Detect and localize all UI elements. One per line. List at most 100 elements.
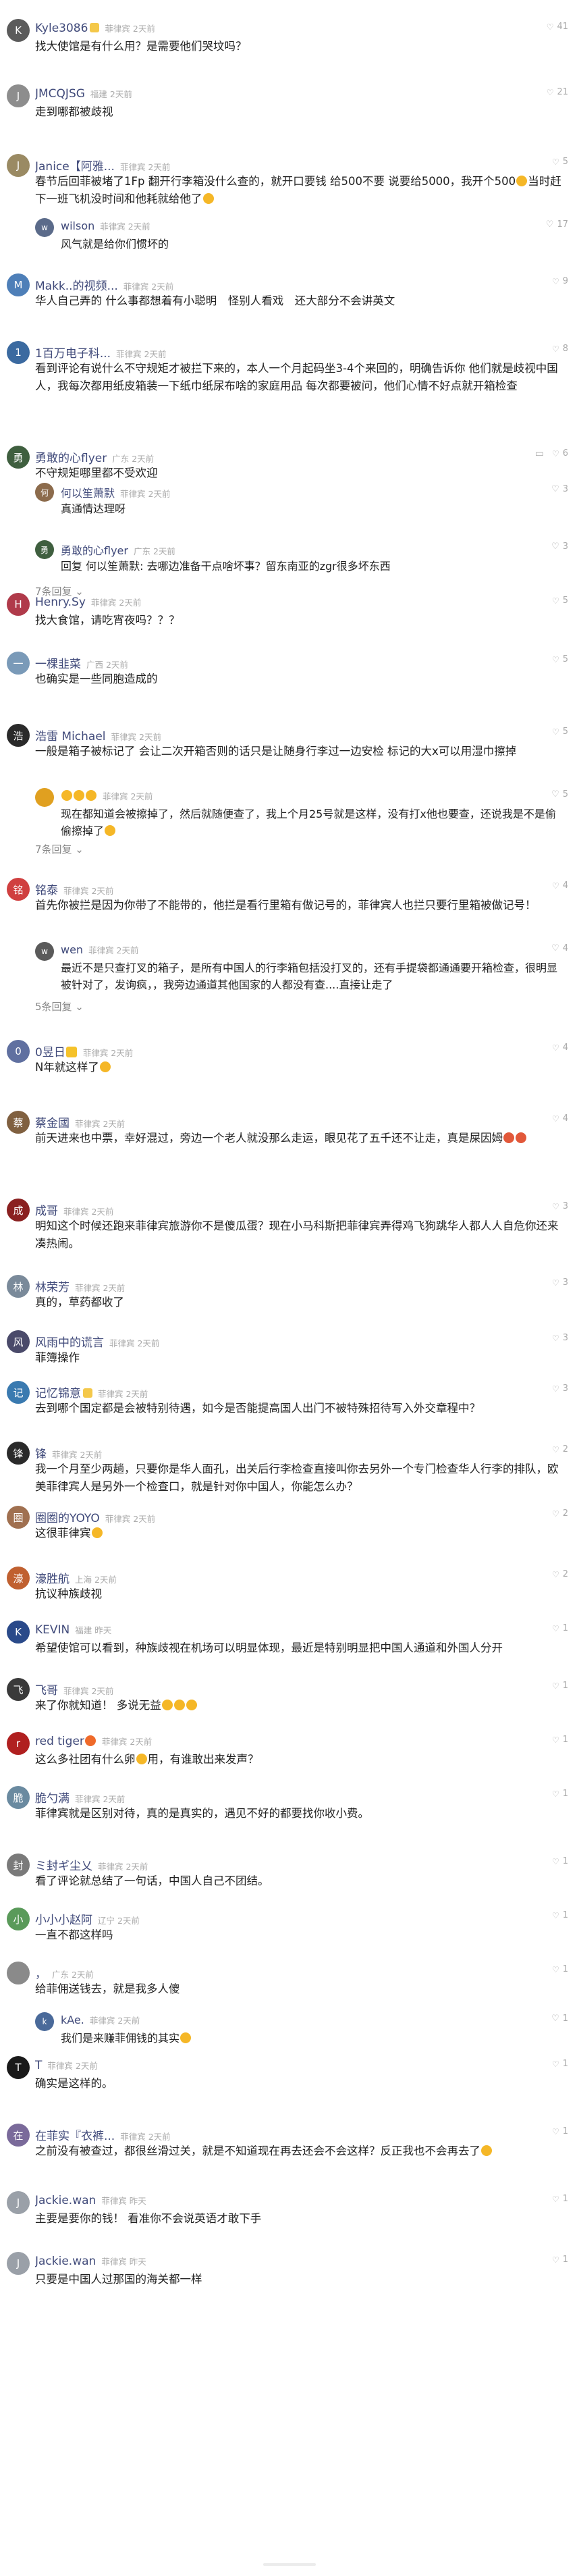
username[interactable]: 成哥 (35, 1205, 58, 1218)
like-button[interactable]: ♡ 1 (552, 1964, 568, 1974)
username[interactable]: 圈圈的YOYO (35, 1512, 100, 1525)
like-button[interactable]: ♡ 1 (552, 1910, 568, 1920)
avatar[interactable]: 林 (7, 1275, 30, 1298)
username[interactable]: 风雨中的谎言 (35, 1336, 104, 1350)
avatar[interactable]: 勇 (35, 540, 54, 559)
like-button[interactable]: ♡ 1 (552, 1623, 568, 1633)
avatar[interactable]: T (7, 2056, 30, 2079)
avatar[interactable]: 勇 (7, 446, 30, 469)
username[interactable]: 濠胜航 (35, 1573, 70, 1586)
avatar[interactable]: 小 (7, 1908, 30, 1930)
username[interactable]: ミ封ギ尘乂 (35, 1860, 92, 1873)
like-button[interactable]: ♡ 2 (552, 1508, 568, 1519)
username[interactable]: Janice【阿雅... (35, 160, 115, 174)
username[interactable]: 勇敢的心flyer (35, 452, 107, 465)
avatar[interactable]: K (7, 1621, 30, 1644)
avatar[interactable]: 成 (7, 1199, 30, 1221)
avatar[interactable]: k (35, 2012, 54, 2031)
username[interactable]: T (35, 2059, 42, 2072)
like-button[interactable]: ♡ 6 (552, 448, 568, 458)
avatar[interactable]: 风 (7, 1330, 30, 1353)
avatar[interactable]: 飞 (7, 1678, 30, 1701)
like-button[interactable]: ♡ 41 (547, 22, 568, 32)
username[interactable]: 1百万电子科... (35, 347, 111, 361)
avatar[interactable]: r (7, 1732, 30, 1755)
username[interactable]: red tiger (35, 1735, 96, 1748)
avatar[interactable]: 记 (7, 1381, 30, 1404)
username[interactable]: KEVIN (35, 1623, 70, 1637)
like-button[interactable]: ♡ 1 (552, 2126, 568, 2136)
like-button[interactable]: ♡ 4 (552, 1043, 568, 1053)
like-button[interactable]: ♡ 1 (551, 2014, 568, 2024)
like-button[interactable]: ♡ 21 (547, 87, 568, 97)
username[interactable]: 飞哥 (35, 1684, 58, 1698)
avatar[interactable]: J (7, 154, 30, 177)
like-button[interactable]: ♡ 3 (552, 1384, 568, 1394)
username[interactable]: JMCQJSG (35, 87, 85, 101)
avatar[interactable]: H (7, 593, 30, 616)
like-button[interactable]: ♡ 2 (552, 1444, 568, 1454)
avatar[interactable]: 封 (7, 1854, 30, 1876)
like-button[interactable]: ♡ 2 (552, 1569, 568, 1579)
more-replies-link[interactable]: 7条回复 ⌄ (35, 842, 84, 856)
username[interactable]: 勇敢的心flyer (61, 544, 128, 557)
username[interactable]: 蔡金國 (35, 1117, 70, 1130)
username[interactable]: Jackie.wan (35, 2255, 96, 2268)
like-button[interactable]: ♡ 1 (552, 1789, 568, 1799)
like-button[interactable]: ♡ 5 (551, 789, 568, 799)
avatar[interactable]: 圈 (7, 1506, 30, 1529)
username[interactable]: 记忆锦意 (35, 1387, 81, 1400)
like-button[interactable]: ♡ 1 (552, 2059, 568, 2069)
avatar[interactable]: 脆 (7, 1786, 30, 1809)
like-button[interactable]: ♡ 5 (552, 157, 568, 167)
username[interactable]: 锋 (35, 1448, 47, 1461)
username[interactable]: wilson (61, 219, 94, 232)
comment-icon[interactable]: ▭ (535, 448, 544, 459)
avatar[interactable] (7, 1962, 30, 1984)
username[interactable]: 小小小赵阿 (35, 1914, 92, 1927)
avatar[interactable]: 1 (7, 341, 30, 364)
like-button[interactable]: ♡ 5 (552, 654, 568, 664)
avatar[interactable]: K (7, 19, 30, 42)
username[interactable]: 在菲实『衣裤... (35, 2130, 115, 2143)
avatar[interactable]: J (7, 2191, 30, 2214)
avatar[interactable]: M (7, 273, 30, 296)
avatar[interactable]: w (35, 218, 54, 237)
like-button[interactable]: ♡ 5 (552, 596, 568, 606)
avatar[interactable]: 一 (7, 652, 30, 675)
username[interactable]: kAe. (61, 2014, 84, 2026)
avatar[interactable]: w (35, 942, 54, 961)
more-replies-link[interactable]: 5条回复 ⌄ (35, 999, 84, 1014)
like-button[interactable]: ♡ 1 (552, 1735, 568, 1745)
avatar[interactable]: 锋 (7, 1442, 30, 1465)
like-button[interactable]: ♡ 3 (552, 1201, 568, 1211)
like-button[interactable]: ♡ 3 (551, 484, 568, 494)
username[interactable]: wen (61, 943, 83, 956)
like-button[interactable]: ♡ 1 (552, 1681, 568, 1691)
username[interactable]: Makk..的视频... (35, 280, 118, 293)
avatar[interactable]: 铭 (7, 878, 30, 901)
avatar[interactable]: 蔡 (7, 1111, 30, 1134)
like-button[interactable]: ♡ 5 (552, 727, 568, 737)
avatar[interactable]: 浩 (7, 724, 30, 747)
username[interactable]: Kyle3086 (35, 22, 88, 35)
avatar[interactable]: 濠 (7, 1567, 30, 1589)
username[interactable]: 脆勺满 (35, 1792, 70, 1806)
username[interactable]: ， (35, 1968, 47, 1981)
username[interactable]: 何以笙萧默 (61, 487, 115, 500)
username[interactable] (61, 789, 97, 802)
username[interactable]: 0昱日 (35, 1046, 78, 1059)
like-button[interactable]: ♡ 8 (552, 344, 568, 354)
username[interactable]: 浩雷 Michael (35, 730, 106, 743)
like-button[interactable]: ♡ 4 (552, 880, 568, 891)
username[interactable]: 铭泰 (35, 884, 58, 897)
like-button[interactable]: ♡ 4 (551, 943, 568, 953)
like-button[interactable]: ♡ 9 (552, 276, 568, 286)
avatar[interactable]: 何 (35, 483, 54, 502)
username[interactable]: 一棵韭菜 (35, 658, 81, 671)
avatar[interactable] (35, 788, 54, 807)
like-button[interactable]: ♡ 1 (552, 1856, 568, 1866)
avatar[interactable]: J (7, 2252, 30, 2275)
like-button[interactable]: ♡ 3 (552, 1333, 568, 1343)
username[interactable]: Henry.Sy (35, 596, 86, 609)
